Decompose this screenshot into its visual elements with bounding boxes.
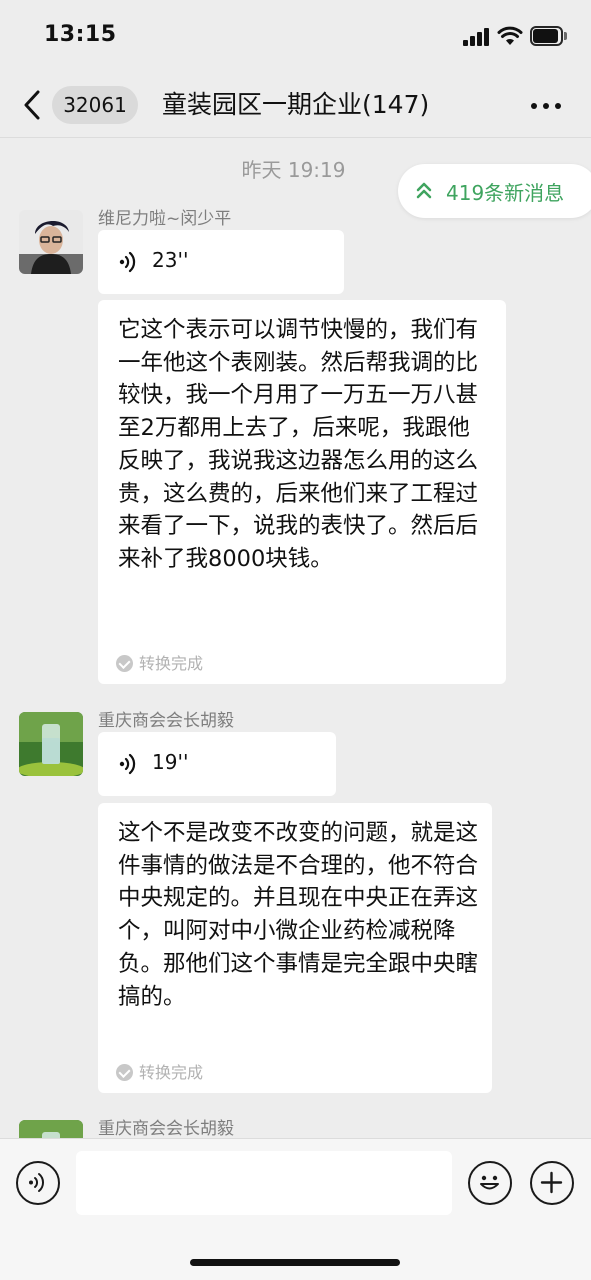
voice-message[interactable]: 23'' [98,230,344,294]
emoji-button[interactable] [468,1161,512,1205]
home-indicator[interactable] [190,1259,400,1266]
chat-title: 童装园区一期企业(147) [162,90,430,119]
transcript-text: 它这个表示可以调节快慢的，我们有一年他这个表刚装。然后帮我调的比较快，我一个月用… [118,317,479,572]
sender-name: 维尼力啦~闵少平 [98,209,232,229]
transcript-status-label: 转换完成 [139,1063,204,1082]
status-time: 13:15 [44,22,117,47]
voice-waves-icon [29,1173,45,1192]
plus-icon [540,1171,563,1194]
transcript-text: 这个不是改变不改变的问题，就是这件事情的做法是不合理的，他不符合中央规定的。并且… [118,820,479,1010]
double-chevron-up-icon [416,182,432,199]
avatar-photo [19,210,83,274]
message-input[interactable] [76,1151,452,1215]
new-messages-label: 419条新消息 [446,181,565,205]
voice-waves-icon [119,753,136,775]
voice-waves-icon [119,251,136,273]
input-bar [0,1138,591,1280]
new-messages-button[interactable]: 419条新消息 [398,164,591,218]
voice-transcript[interactable]: 这个不是改变不改变的问题，就是这件事情的做法是不合理的，他不符合中央规定的。并且… [98,803,492,1093]
avatar[interactable] [19,210,83,274]
unread-count-badge[interactable]: 32061 [52,86,138,124]
voice-message[interactable]: 19'' [98,732,336,796]
avatar-photo [19,712,83,776]
avatar[interactable] [19,712,83,776]
more-functions-button[interactable] [530,1161,574,1205]
sender-name: 重庆商会会长胡毅 [98,1119,234,1139]
sender-name: 重庆商会会长胡毅 [98,711,234,731]
transcript-status-label: 转换完成 [139,654,204,673]
voice-duration: 23'' [152,248,189,272]
voice-duration: 19'' [152,750,189,774]
cellular-signal-icon [463,28,491,46]
nav-bar: 32061 童装园区一期企业(147) [0,72,591,138]
battery-icon [530,26,568,46]
check-circle-icon [116,655,133,672]
check-circle-icon [116,1064,133,1081]
transcript-status: 转换完成 [116,1059,203,1083]
more-options-icon[interactable] [528,96,564,116]
back-icon[interactable] [18,86,52,124]
voice-input-button[interactable] [16,1161,60,1205]
transcript-status: 转换完成 [116,650,203,674]
status-bar: 13:15 [0,0,591,72]
wifi-icon [497,26,523,45]
smiley-icon [480,1175,499,1190]
chat-screen: 13:15 32061 童装园区一期企业(147) 昨天 19:19 419条新… [0,0,591,1280]
voice-transcript[interactable]: 它这个表示可以调节快慢的，我们有一年他这个表刚装。然后帮我调的比较快，我一个月用… [98,300,506,684]
